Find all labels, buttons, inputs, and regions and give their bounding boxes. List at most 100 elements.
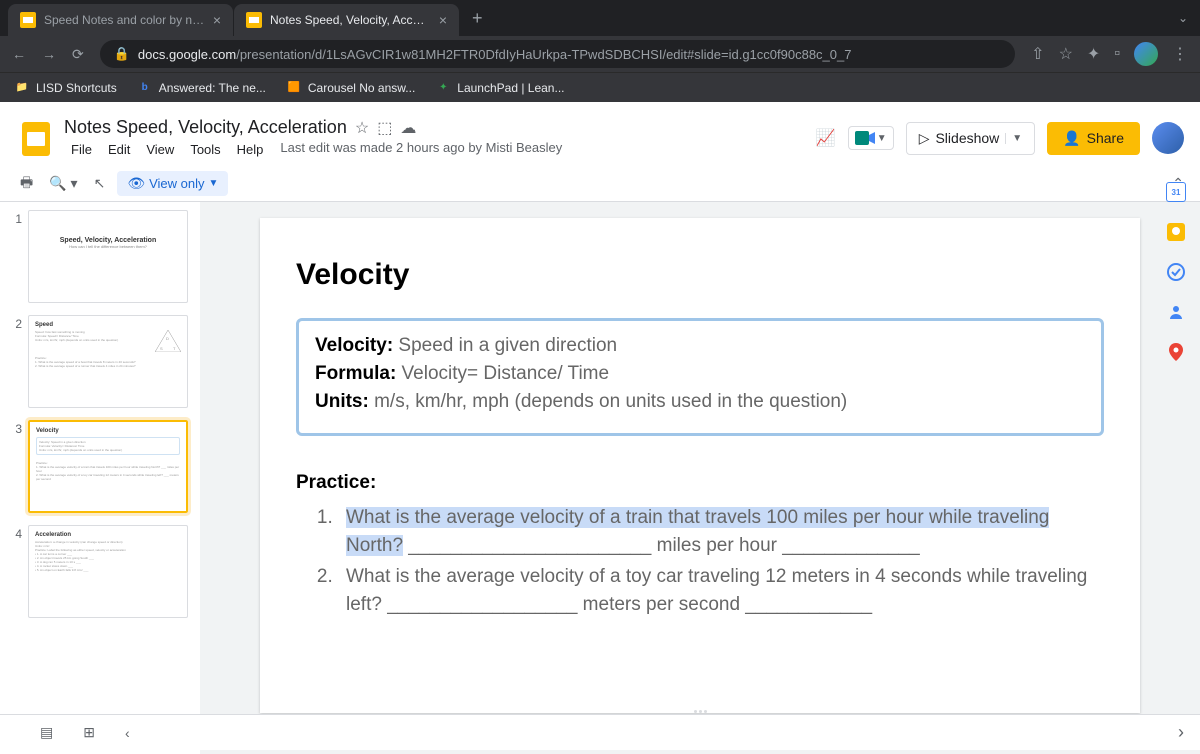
trend-icon[interactable]: 📈 xyxy=(816,128,836,148)
folder-icon: 📁 xyxy=(14,80,30,96)
chevron-down-icon[interactable]: ⌄ xyxy=(1178,11,1188,25)
extensions-icon[interactable]: ✦ xyxy=(1087,44,1100,64)
triangle-icon: DS T xyxy=(155,330,181,352)
share-icon[interactable]: ⇧ xyxy=(1031,44,1044,64)
units-text: m/s, km/hr, mph (depends on units used i… xyxy=(369,391,847,412)
title-area: Notes Speed, Velocity, Acceleration ☆ ⬚ … xyxy=(64,117,816,159)
notes-icon[interactable]: ▤ xyxy=(40,724,53,741)
canvas-area[interactable]: Velocity Velocity: Speed in a given dire… xyxy=(200,202,1200,754)
slide-thumbnail[interactable]: Speed, Velocity, Acceleration How can I … xyxy=(28,210,188,303)
units-label: Units: xyxy=(315,391,369,412)
browser-tab-active[interactable]: Notes Speed, Velocity, Acceler × xyxy=(234,4,459,36)
thumb-number: 3 xyxy=(8,420,28,513)
address-bar: ← → ⟳ 🔒 docs.google.com /presentation/d/… xyxy=(0,36,1200,72)
url-field[interactable]: 🔒 docs.google.com /presentation/d/1LsAGv… xyxy=(100,40,1015,68)
slide-heading: Velocity xyxy=(296,258,1104,292)
last-edit-text: Last edit was made 2 hours ago by Misti … xyxy=(280,140,562,159)
panel-icon[interactable]: ▫ xyxy=(1114,45,1120,63)
calendar-icon[interactable]: 31 xyxy=(1166,182,1186,202)
play-icon: ▷ xyxy=(919,130,930,147)
profile-avatar[interactable] xyxy=(1134,42,1158,66)
person-icon: 👤 xyxy=(1063,130,1080,147)
slide-thumbnail[interactable]: Acceleration Acceleration: a change in v… xyxy=(28,525,188,618)
header-actions: 📈 ▼ ▷ Slideshow ▼ 👤 Share xyxy=(816,122,1184,155)
bookmark-icon: ✦ xyxy=(435,80,451,96)
menu-bar: File Edit View Tools Help Last edit was … xyxy=(64,140,816,159)
thumb-number: 2 xyxy=(8,315,28,408)
url-path: /presentation/d/1LsAGvCIR1w81MH2FTR0DfdI… xyxy=(236,47,851,62)
bottom-bar: ▤ ⊞ ‹ › xyxy=(0,714,1200,750)
tasks-icon[interactable] xyxy=(1166,262,1186,282)
zoom-icon[interactable]: 🔍 ▾ xyxy=(45,171,81,196)
star-icon[interactable]: ☆ xyxy=(355,118,369,138)
thumb-number: 1 xyxy=(8,210,28,303)
share-button[interactable]: 👤 Share xyxy=(1047,122,1140,155)
practice-heading: Practice: xyxy=(296,472,1104,494)
tab-label: Speed Notes and color by num xyxy=(44,13,205,27)
slideshow-button[interactable]: ▷ Slideshow ▼ xyxy=(906,122,1036,155)
svg-text:T: T xyxy=(173,346,176,351)
reload-icon[interactable]: ⟳ xyxy=(72,46,84,63)
url-host: docs.google.com xyxy=(138,47,236,62)
toolbar: 🖶 🔍 ▾ ↖ 👁 View only ▼ ⌃ xyxy=(0,166,1200,202)
menu-help[interactable]: Help xyxy=(230,140,271,159)
back-icon[interactable]: ← xyxy=(12,46,26,62)
view-only-badge[interactable]: 👁 View only ▼ xyxy=(117,171,228,196)
thumb-number: 4 xyxy=(8,525,28,618)
slides-icon xyxy=(246,12,262,28)
doc-title[interactable]: Notes Speed, Velocity, Acceleration xyxy=(64,117,347,138)
bookmarks-bar: 📁LISD Shortcuts bAnswered: The ne... 🟧Ca… xyxy=(0,72,1200,102)
browser-tab-strip: Speed Notes and color by num × Notes Spe… xyxy=(0,0,1200,36)
formula-text: Velocity= Distance/ Time xyxy=(396,363,609,384)
tab-label: Notes Speed, Velocity, Acceler xyxy=(270,13,431,27)
practice-item: What is the average velocity of a train … xyxy=(338,504,1104,559)
slide-thumbnail[interactable]: Speed Speed: how fast something is movin… xyxy=(28,315,188,408)
contacts-icon[interactable] xyxy=(1166,302,1186,322)
velocity-def: Speed in a given direction xyxy=(393,335,617,356)
side-panel: 31 xyxy=(1152,172,1200,362)
star-icon[interactable]: ☆ xyxy=(1059,44,1073,64)
close-icon[interactable]: × xyxy=(439,12,447,28)
practice-list: What is the average velocity of a train … xyxy=(296,504,1104,618)
new-tab-button[interactable]: + xyxy=(460,8,495,29)
account-avatar[interactable] xyxy=(1152,122,1184,154)
slide-canvas[interactable]: Velocity Velocity: Speed in a given dire… xyxy=(260,218,1140,713)
pointer-icon[interactable]: ↖ xyxy=(90,171,110,196)
slides-logo[interactable] xyxy=(16,118,56,158)
menu-file[interactable]: File xyxy=(64,140,99,159)
print-icon[interactable]: 🖶 xyxy=(16,168,37,200)
chevron-left-icon[interactable]: ‹ xyxy=(125,725,130,741)
slide-thumbnail-selected[interactable]: Velocity Velocity: Speed in a given dire… xyxy=(28,420,188,513)
menu-tools[interactable]: Tools xyxy=(183,140,227,159)
lock-icon: 🔒 xyxy=(114,46,130,62)
close-icon[interactable]: × xyxy=(213,12,221,28)
bookmark-item[interactable]: 📁LISD Shortcuts xyxy=(14,80,117,96)
cloud-icon[interactable]: ☁ xyxy=(400,118,416,138)
kebab-icon[interactable]: ⋮ xyxy=(1172,44,1188,64)
bookmark-item[interactable]: bAnswered: The ne... xyxy=(137,80,266,96)
thumb-row: 2 Speed Speed: how fast something is mov… xyxy=(8,315,192,408)
forward-icon[interactable]: → xyxy=(42,46,56,62)
browser-actions: ⇧ ☆ ✦ ▫ ⋮ xyxy=(1031,42,1188,66)
grid-icon[interactable]: ⊞ xyxy=(83,724,95,741)
thumb-row: 3 Velocity Velocity: Speed in a given di… xyxy=(8,420,192,513)
bookmark-item[interactable]: 🟧Carousel No answ... xyxy=(286,80,415,96)
svg-text:S: S xyxy=(160,346,163,351)
browser-tab[interactable]: Speed Notes and color by num × xyxy=(8,4,233,36)
svg-text:D: D xyxy=(166,336,169,341)
velocity-label: Velocity: xyxy=(315,335,393,356)
filmstrip: 1 Speed, Velocity, Acceleration How can … xyxy=(0,202,200,754)
bookmark-item[interactable]: ✦LaunchPad | Lean... xyxy=(435,80,564,96)
formula-label: Formula: xyxy=(315,363,396,384)
meet-button[interactable]: ▼ xyxy=(848,126,894,150)
menu-view[interactable]: View xyxy=(139,140,181,159)
menu-edit[interactable]: Edit xyxy=(101,140,137,159)
thumb-row: 1 Speed, Velocity, Acceleration How can … xyxy=(8,210,192,303)
bookmark-icon: 🟧 xyxy=(286,80,302,96)
keep-icon[interactable] xyxy=(1166,222,1186,242)
explore-icon[interactable]: › xyxy=(1178,722,1184,743)
definition-box: Velocity: Speed in a given direction For… xyxy=(296,318,1104,436)
move-icon[interactable]: ⬚ xyxy=(377,118,392,138)
maps-icon[interactable] xyxy=(1166,342,1186,362)
eye-icon: 👁 xyxy=(127,175,145,192)
